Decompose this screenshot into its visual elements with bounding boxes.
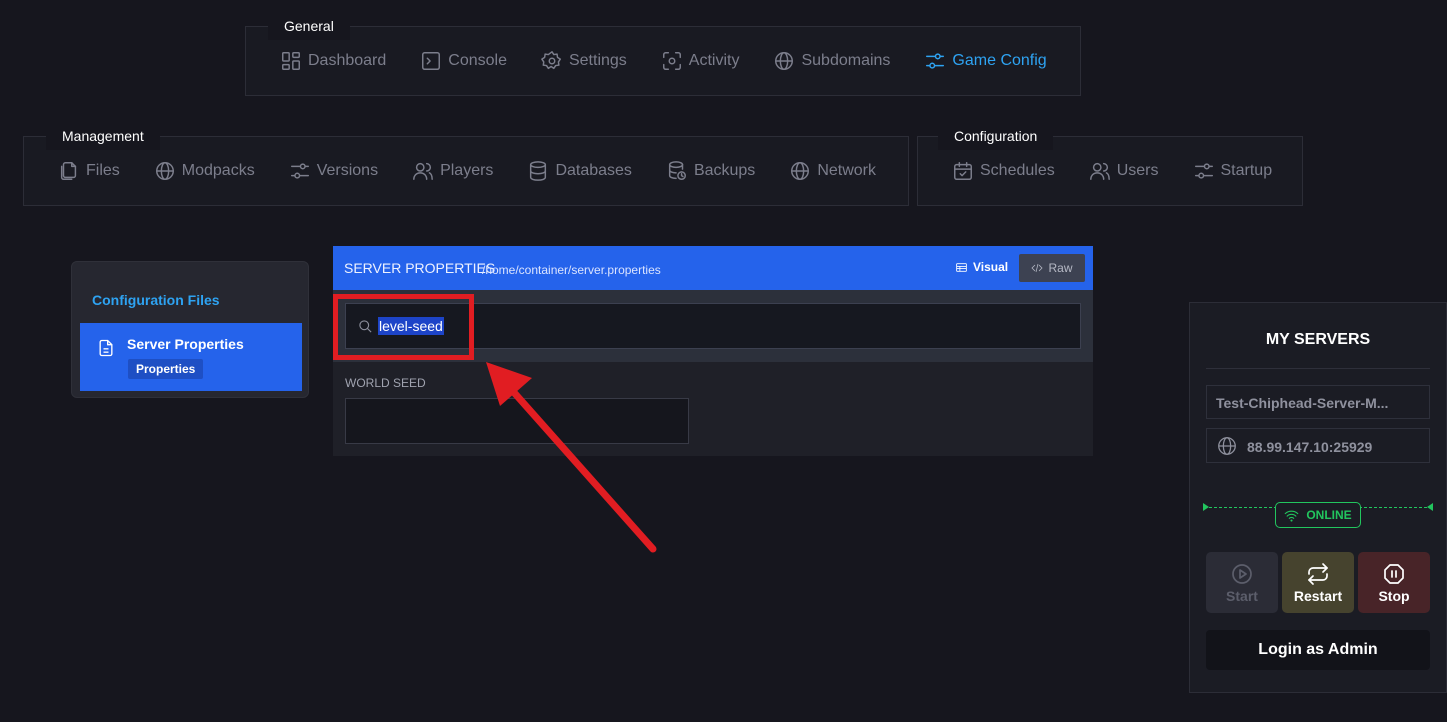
- nav-group-general: General Dashboard Console Settings Activ…: [245, 12, 1081, 96]
- divider: [1206, 368, 1430, 369]
- nav-item-settings[interactable]: Settings: [541, 50, 627, 72]
- nav-item-label: Network: [817, 162, 876, 179]
- raw-mode-label: Raw: [1048, 261, 1073, 275]
- users-icon: [1089, 162, 1110, 180]
- world-seed-input[interactable]: [345, 398, 689, 444]
- server-properties-header: SERVER PROPERTIES /home/container/server…: [333, 246, 1093, 290]
- nav-item-label: Dashboard: [308, 52, 387, 69]
- raw-mode-button[interactable]: Raw: [1019, 254, 1085, 282]
- sliders-icon: [926, 53, 945, 69]
- play-icon: [1232, 563, 1252, 584]
- nav-item-dashboard[interactable]: Dashboard: [280, 50, 386, 72]
- restart-icon: [1308, 562, 1328, 585]
- nav-item-label: Activity: [688, 52, 740, 69]
- nav-legend-general: General: [268, 12, 350, 40]
- config-file-tag: Properties: [128, 359, 204, 379]
- nav-item-modpacks[interactable]: Modpacks: [154, 160, 255, 182]
- nav-legend-management: Management: [46, 122, 160, 150]
- restart-button[interactable]: Restart: [1282, 552, 1354, 613]
- my-servers-title: MY SERVERS: [1265, 331, 1371, 348]
- nav-item-label: Game Config: [952, 52, 1047, 69]
- calendar-icon: [954, 162, 972, 180]
- activity-icon: [662, 52, 681, 70]
- restart-label: Restart: [1293, 587, 1343, 604]
- files-icon: [60, 162, 77, 180]
- config-file-item-server-properties[interactable]: Server Properties Properties: [80, 323, 302, 391]
- world-seed-label: WORLD SEED: [345, 376, 426, 390]
- nav-item-users[interactable]: Users: [1089, 160, 1159, 182]
- gear-icon: [541, 51, 561, 70]
- status-badge: ONLINE: [1275, 502, 1361, 528]
- nav-item-label: Users: [1116, 162, 1159, 179]
- config-files-panel: Configuration Files Server Properties Pr…: [71, 261, 309, 398]
- database-icon: [530, 161, 547, 181]
- visual-mode-button[interactable]: Visual: [955, 260, 1008, 274]
- nav-item-label: Modpacks: [181, 162, 255, 179]
- nav-item-versions[interactable]: Versions: [289, 160, 378, 182]
- wifi-icon: [1285, 510, 1299, 522]
- status-line-left-marker: [1203, 503, 1209, 511]
- server-properties-panel: SERVER PROPERTIES /home/container/server…: [333, 246, 1093, 456]
- sliders-icon: [290, 163, 309, 179]
- nav-item-network[interactable]: Network: [789, 160, 876, 182]
- config-files-title: Configuration Files: [92, 292, 220, 308]
- status-text: ONLINE: [1306, 508, 1352, 522]
- nav-item-backups[interactable]: Backups: [666, 160, 755, 182]
- globe-icon: [155, 162, 174, 180]
- nav-item-subdomains[interactable]: Subdomains: [773, 50, 890, 72]
- nav-item-startup[interactable]: Startup: [1193, 160, 1273, 182]
- nav-item-label: Startup: [1220, 162, 1273, 179]
- nav-item-label: Databases: [555, 162, 632, 179]
- dashboard-icon: [282, 52, 300, 70]
- config-file-name: Server Properties: [127, 336, 244, 352]
- start-label: Start: [1226, 587, 1258, 604]
- server-name-field[interactable]: Test-Chiphead-Server-M...: [1206, 385, 1430, 419]
- users-icon: [413, 162, 433, 180]
- file-icon: [99, 339, 113, 357]
- stop-button[interactable]: Stop: [1358, 552, 1430, 613]
- nav-item-players[interactable]: Players: [412, 160, 493, 182]
- visual-mode-label: Visual: [973, 260, 1009, 274]
- nav-item-game-config[interactable]: Game Config: [924, 50, 1047, 72]
- stop-label: Stop: [1378, 587, 1410, 604]
- nav-item-activity[interactable]: Activity: [661, 50, 740, 72]
- nav-item-schedules[interactable]: Schedules: [952, 160, 1055, 182]
- pause-icon: [1384, 563, 1404, 584]
- nav-item-label: Schedules: [980, 162, 1055, 179]
- server-address-text: 88.99.147.10:25929: [1247, 439, 1373, 455]
- nav-item-files[interactable]: Files: [58, 160, 120, 182]
- nav-item-label: Settings: [568, 52, 627, 69]
- sliders-icon: [1194, 163, 1213, 179]
- nav-item-label: Subdomains: [801, 52, 891, 69]
- backup-icon: [668, 161, 686, 180]
- start-button[interactable]: Start: [1206, 552, 1278, 613]
- console-icon: [422, 52, 441, 70]
- nav-item-databases[interactable]: Databases: [527, 160, 632, 182]
- server-address-field[interactable]: 88.99.147.10:25929: [1206, 428, 1430, 463]
- nav-legend-configuration: Configuration: [938, 122, 1054, 150]
- nav-group-management: Management Files Modpacks Versions Playe…: [23, 122, 909, 206]
- globe-icon: [791, 162, 810, 180]
- code-icon: [1031, 263, 1044, 273]
- nav-item-console[interactable]: Console: [420, 50, 507, 72]
- table-icon: [956, 262, 967, 272]
- nav-item-label: Console: [448, 52, 507, 69]
- nav-item-label: Versions: [316, 162, 379, 179]
- nav-item-label: Files: [86, 162, 120, 179]
- nav-item-label: Backups: [693, 162, 756, 179]
- annotation-highlight-box: [333, 294, 474, 360]
- my-servers-panel: MY SERVERS Test-Chiphead-Server-M... 88.…: [1189, 302, 1447, 693]
- nav-item-label: Players: [440, 162, 494, 179]
- server-properties-title: SERVER PROPERTIES: [344, 260, 496, 276]
- globe-icon: [775, 52, 794, 70]
- nav-group-configuration: Configuration Schedules Users Startup: [917, 122, 1303, 206]
- server-properties-path: /home/container/server.properties: [482, 263, 661, 277]
- globe-icon: [1218, 437, 1236, 455]
- status-line-right-marker: [1427, 503, 1433, 511]
- login-as-admin-button[interactable]: Login as Admin: [1206, 630, 1430, 670]
